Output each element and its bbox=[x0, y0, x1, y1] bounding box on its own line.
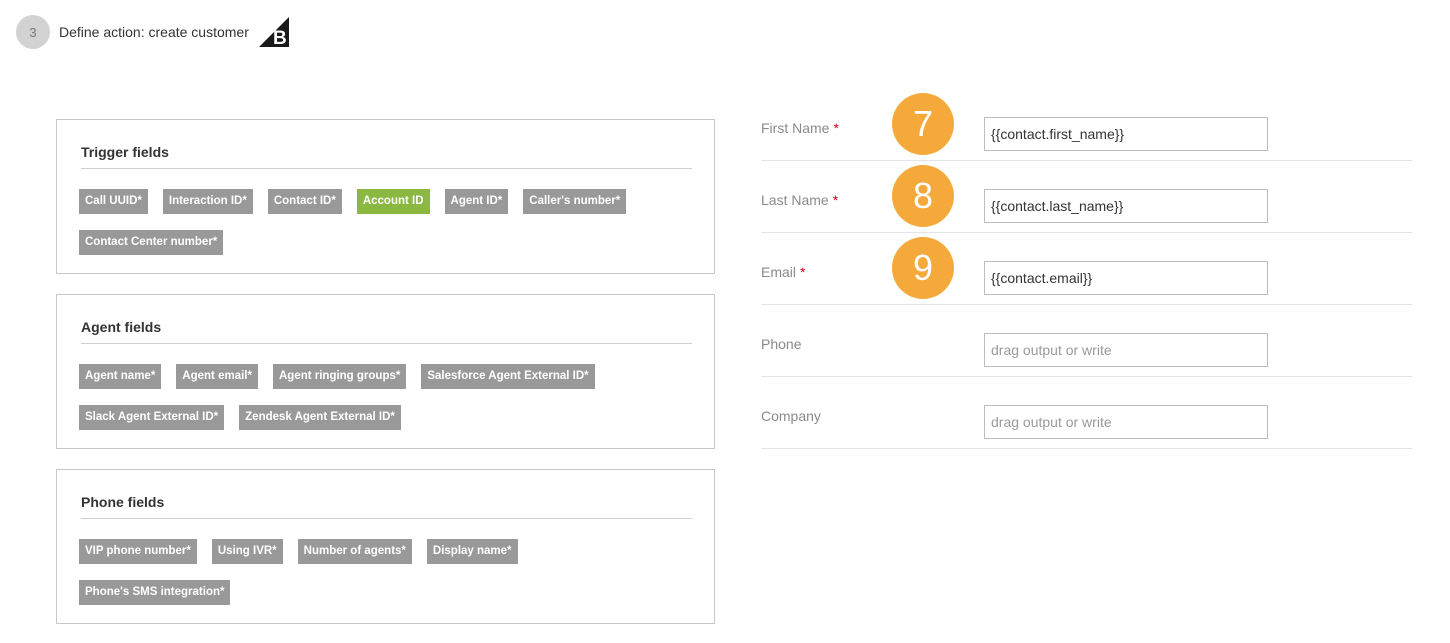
field-label-text: Last Name bbox=[761, 192, 829, 208]
step-callout-badge: 7 bbox=[892, 93, 954, 155]
field-tag[interactable]: Zendesk Agent External ID* bbox=[239, 405, 401, 430]
field-label: Email * bbox=[761, 264, 805, 280]
trigger-fields-panel: Trigger fields Call UUID* Interaction ID*… bbox=[56, 119, 715, 274]
required-marker: * bbox=[832, 192, 839, 208]
step-callout-badge: 8 bbox=[892, 165, 954, 227]
field-tag[interactable]: Slack Agent External ID* bbox=[79, 405, 225, 430]
field-tag[interactable]: VIP phone number* bbox=[79, 539, 197, 564]
required-marker: * bbox=[800, 264, 806, 280]
field-tag[interactable]: Phone's SMS integration* bbox=[79, 580, 231, 605]
panel-title: Trigger fields bbox=[81, 144, 692, 169]
form-row: Company bbox=[761, 377, 1412, 449]
step-number-badge: 3 bbox=[16, 15, 50, 49]
tag-list: Agent name* Agent email* Agent ringing gro… bbox=[79, 364, 699, 446]
field-label: First Name * bbox=[761, 120, 839, 136]
field-tag[interactable]: Interaction ID* bbox=[162, 189, 253, 214]
phone-fields-panel: Phone fields VIP phone number* Using IVR*… bbox=[56, 469, 715, 624]
field-tag[interactable]: Agent email* bbox=[176, 364, 258, 389]
field-tag[interactable]: Display name* bbox=[426, 539, 518, 564]
field-tag[interactable]: Agent name* bbox=[79, 364, 162, 389]
field-label-text: Company bbox=[761, 408, 821, 424]
field-tag[interactable]: Salesforce Agent External ID* bbox=[421, 364, 595, 389]
field-input[interactable] bbox=[984, 261, 1268, 295]
field-tag[interactable]: Caller's number* bbox=[523, 189, 627, 214]
field-tag[interactable]: Using IVR* bbox=[211, 539, 283, 564]
step-header: 3 Define action: create customer B bbox=[16, 15, 289, 49]
field-input[interactable] bbox=[984, 333, 1268, 367]
field-tag[interactable]: Number of agents* bbox=[297, 539, 412, 564]
bigcommerce-logo-icon: B bbox=[258, 17, 289, 47]
field-input[interactable] bbox=[984, 189, 1268, 223]
customer-form: First Name*7Last Name*8Email*9PhoneCompa… bbox=[761, 89, 1412, 449]
field-label-text: Email bbox=[761, 264, 797, 280]
form-row: Phone bbox=[761, 305, 1412, 377]
field-tag[interactable]: Account ID bbox=[356, 189, 430, 214]
form-row: Last Name * 8 bbox=[761, 161, 1412, 233]
form-row: First Name * 7 bbox=[761, 89, 1412, 161]
tag-list: VIP phone number* Using IVR* Number of age… bbox=[79, 539, 699, 621]
field-input[interactable] bbox=[984, 405, 1268, 439]
field-label-text: First Name bbox=[761, 120, 830, 136]
field-label-text: Phone bbox=[761, 336, 802, 352]
field-label: Last Name * bbox=[761, 192, 838, 208]
field-label: Phone bbox=[761, 336, 801, 352]
field-tag[interactable]: Call UUID* bbox=[79, 189, 148, 214]
tag-list: Call UUID* Interaction ID* Contact ID* Acco… bbox=[79, 189, 699, 271]
field-tag[interactable]: Contact Center number* bbox=[79, 230, 224, 255]
panel-title: Agent fields bbox=[81, 319, 692, 344]
panel-title: Phone fields bbox=[81, 494, 692, 519]
field-label: Company bbox=[761, 408, 821, 424]
step-callout-badge: 9 bbox=[892, 237, 954, 299]
field-tag[interactable]: Agent ringing groups* bbox=[272, 364, 407, 389]
form-row: Email * 9 bbox=[761, 233, 1412, 305]
field-tag[interactable]: Contact ID* bbox=[267, 189, 342, 214]
agent-fields-panel: Agent fields Agent name* Agent email* Agen… bbox=[56, 294, 715, 449]
field-input[interactable] bbox=[984, 117, 1268, 151]
svg-text:B: B bbox=[273, 28, 287, 47]
step-title: Define action: create customer bbox=[59, 24, 249, 40]
required-marker: * bbox=[833, 120, 839, 136]
field-tag[interactable]: Agent ID* bbox=[444, 189, 509, 214]
